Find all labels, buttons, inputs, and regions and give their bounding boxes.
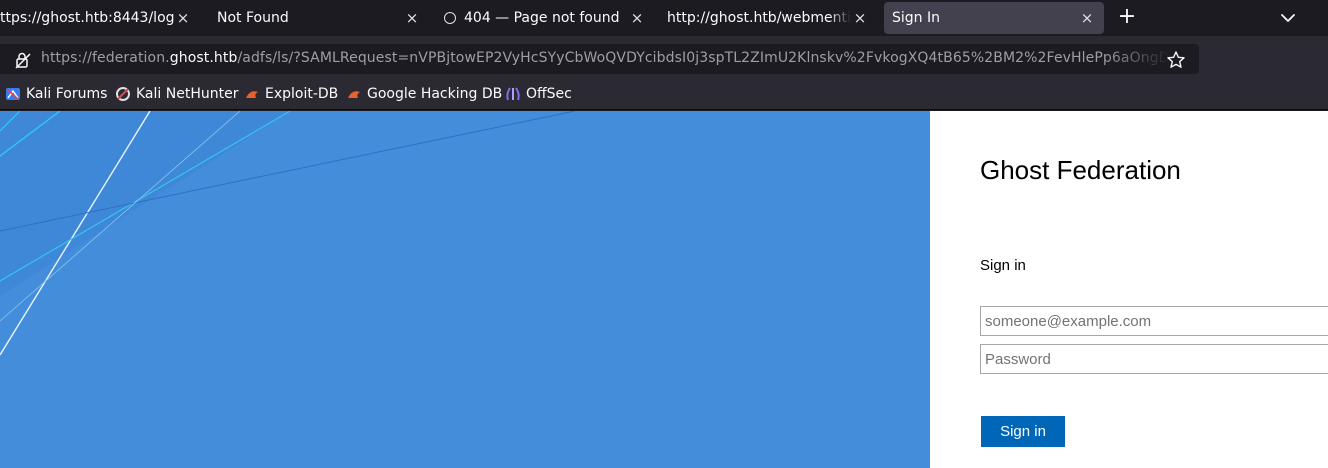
bookmark-google-hacking-db[interactable]: Google Hacking DB [346,85,502,103]
background-illustration [0,111,930,468]
address-bar[interactable]: https://federation.ghost.htb/adfs/ls/?SA… [0,44,1199,74]
bookmark-label: Kali NetHunter [136,86,239,102]
bookmark-kali-forums[interactable]: Kali Forums [5,85,107,103]
list-all-tabs-chevron-icon[interactable] [1276,6,1300,30]
tab-ghost-login[interactable]: ttps://ghost.htb:8443/login × [0,2,200,34]
password-field[interactable] [980,344,1328,374]
bookmark-kali-nethunter[interactable]: Kali NetHunter [115,85,238,103]
tab-label: Sign In [892,10,940,26]
email-field[interactable] [980,306,1328,336]
offsec-icon [506,87,520,101]
bookmark-star-icon[interactable] [1166,50,1186,70]
url-path: /adfs/ls/?SAMLRequest=nVPBjtowEP2VyHcSYy… [237,50,1171,66]
sign-in-panel: Ghost Federation Sign in Sign in [930,111,1328,468]
exploit-db-icon [246,91,258,98]
sign-in-button[interactable]: Sign in [981,416,1065,447]
new-tab-button[interactable]: + [1114,5,1140,31]
tab-close-icon[interactable]: × [174,9,192,27]
bookmark-label: OffSec [526,86,572,102]
tab-not-found[interactable]: Not Found × [209,2,429,34]
bookmark-exploit-db[interactable]: Exploit-DB [244,85,338,103]
bookmark-label: Kali Forums [26,86,108,102]
tab-close-icon[interactable]: × [628,9,646,27]
tab-sign-in[interactable]: Sign In × [884,2,1104,34]
ghdb-icon [348,91,360,98]
tab-close-icon[interactable]: × [851,9,869,27]
url-text[interactable]: https://federation.ghost.htb/adfs/ls/?SA… [41,50,1171,66]
decorative-lines-illustration [0,111,930,468]
tab-label: 404 — Page not found [464,10,620,26]
company-name-title: Ghost Federation [980,155,1181,185]
tab-label: ttps://ghost.htb:8443/login [0,10,174,26]
kali-dragon-icon [6,88,20,100]
bookmark-label: Google Hacking DB [367,86,503,102]
tab-close-icon[interactable]: × [1078,9,1096,27]
navigation-toolbar: https://federation.ghost.htb/adfs/ls/?SA… [0,36,1328,78]
sign-in-heading: Sign in [980,257,1026,274]
tab-label: http://ghost.htb/webmention [667,10,851,26]
tab-label: Not Found [217,10,289,26]
lock-warning-icon[interactable] [14,51,32,69]
bookmark-offsec[interactable]: OffSec [505,85,572,103]
tab-webmention[interactable]: http://ghost.htb/webmention × [659,2,877,34]
bookmark-label: Exploit-DB [265,86,339,102]
bookmarks-toolbar: Kali Forums Kali NetHunter Exploit-DB Go… [0,78,1328,110]
tab-strip: ttps://ghost.htb:8443/login × Not Found … [0,0,1328,36]
url-prefix: https://federation. [41,50,170,66]
page-content: Ghost Federation Sign in Sign in [0,111,1328,468]
loading-spinner-icon [444,12,456,24]
tab-close-icon[interactable]: × [403,9,421,27]
url-host: ghost.htb [169,50,238,66]
nethunter-icon [116,87,130,101]
tab-404-page-not-found[interactable]: 404 — Page not found × [436,2,654,34]
